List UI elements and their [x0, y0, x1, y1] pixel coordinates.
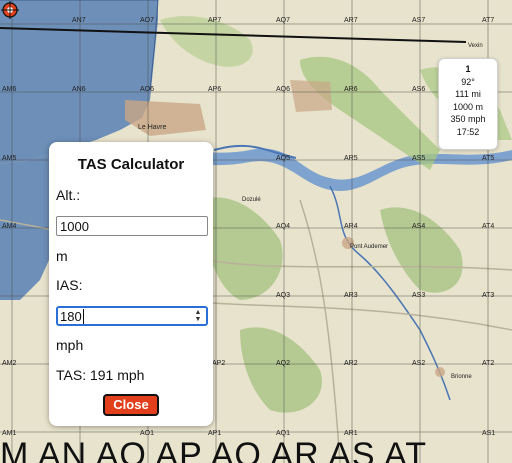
waypoint-marker-icon[interactable] [0, 0, 20, 20]
tas-result: TAS: 191 mph [56, 367, 145, 383]
place-label: Dozulé [242, 197, 261, 203]
grid-label: AP6 [208, 86, 222, 93]
ias-input[interactable]: 180 ▲ ▼ [56, 306, 208, 326]
place-label: Pont Audemer [350, 244, 389, 250]
grid-label: AR3 [344, 292, 358, 299]
grid-label: AM5 [2, 155, 17, 162]
waypoint-heading: 92° [461, 76, 475, 87]
grid-label: AN7 [72, 17, 86, 24]
ias-spinner[interactable]: ▲ ▼ [193, 309, 203, 323]
chevron-up-icon[interactable]: ▲ [193, 309, 203, 316]
grid-label: AT2 [482, 360, 495, 367]
grid-label: AT7 [482, 17, 495, 24]
grid-label: AS4 [412, 223, 426, 230]
tas-calculator-panel: TAS Calculator Alt.: 1000 m IAS: 180 ▲ ▼… [49, 142, 213, 426]
grid-label: AQ3 [276, 292, 291, 299]
grid-label: AQ2 [276, 360, 291, 367]
grid-label: AS6 [412, 86, 426, 93]
grid-label: AT4 [482, 223, 495, 230]
grid-label: AS1 [482, 430, 496, 437]
grid-label: AR6 [344, 86, 358, 93]
grid-label: AT5 [482, 155, 495, 162]
altitude-label: Alt.: [56, 187, 81, 203]
grid-label: AP7 [208, 17, 222, 24]
grid-label: AS5 [412, 155, 426, 162]
grid-label: AT3 [482, 292, 495, 299]
grid-label: AR2 [344, 360, 358, 367]
grid-label: AM6 [2, 86, 17, 93]
waypoint-number: 1 [465, 64, 471, 74]
place-label: Vexin [468, 43, 483, 49]
bottom-grid-overlay-text: M AN AO AP AQ AR AS AT [0, 436, 428, 463]
grid-label: AQ7 [276, 17, 291, 24]
grid-label: AS2 [412, 360, 426, 367]
grid-label: AR7 [344, 17, 358, 24]
grid-label: AS7 [412, 17, 426, 24]
grid-label: AQ6 [276, 86, 291, 93]
waypoint-speed: 350 mph [450, 114, 486, 124]
altitude-input[interactable]: 1000 [56, 216, 208, 236]
close-button[interactable]: Close [103, 394, 159, 416]
waypoint-distance: 111 mi [455, 89, 481, 99]
ias-unit: mph [56, 337, 84, 353]
altitude-value: 1000 [60, 219, 89, 234]
grid-label: AO6 [140, 86, 155, 93]
grid-label: AQ5 [276, 155, 291, 162]
waypoint-time: 17:52 [456, 126, 480, 137]
ias-value: 180 [60, 309, 82, 324]
place-label: Le Havre [138, 124, 167, 131]
grid-label: AM4 [2, 223, 17, 230]
chevron-down-icon[interactable]: ▼ [193, 316, 203, 323]
altitude-unit: m [56, 248, 68, 264]
place-label: Brionne [451, 374, 472, 380]
waypoint-info-card: 1 92° 111 mi 1000 m 350 mph 17:52 [438, 58, 498, 150]
waypoint-altitude: 1000 m [452, 101, 484, 112]
grid-label: AM2 [2, 360, 17, 367]
grid-label: AP2 [212, 360, 226, 367]
panel-title: TAS Calculator [77, 156, 185, 173]
grid-label: AN6 [72, 86, 86, 93]
grid-label: AR4 [344, 223, 358, 230]
grid-label: AO7 [140, 17, 155, 24]
ias-label: IAS: [56, 277, 83, 293]
grid-label: AQ4 [276, 223, 291, 230]
grid-label: AS3 [412, 292, 426, 299]
grid-label: AR5 [344, 155, 358, 162]
